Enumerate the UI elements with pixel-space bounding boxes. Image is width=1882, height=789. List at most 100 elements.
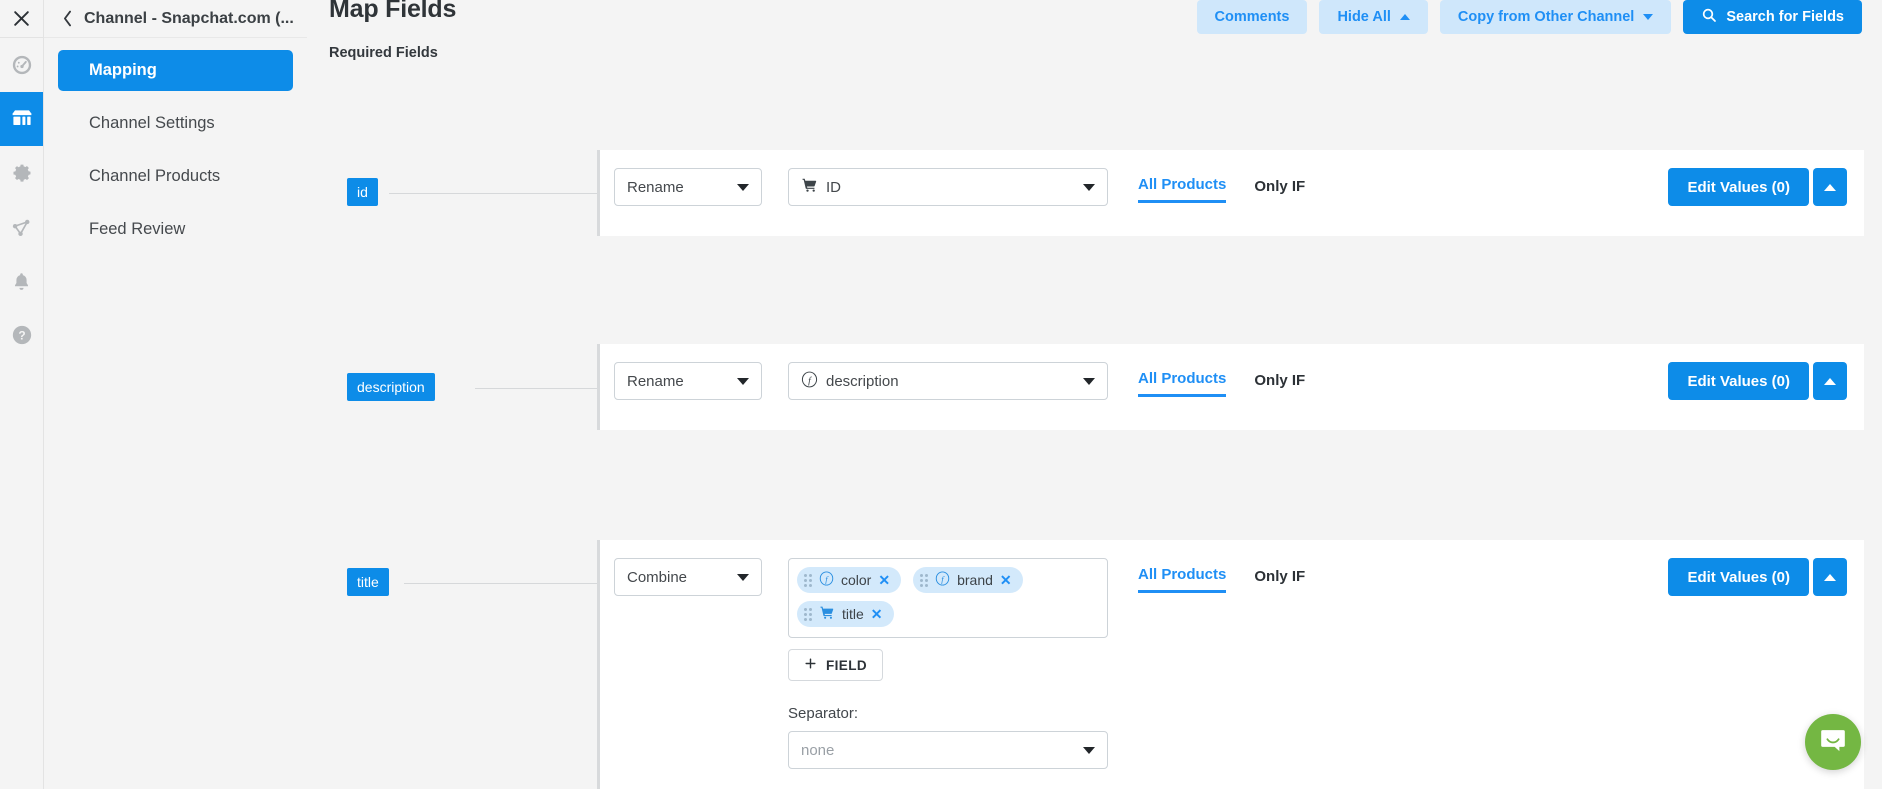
- sidebar-item-channel-settings[interactable]: Channel Settings: [58, 103, 293, 144]
- chat-bubble-icon: [1818, 725, 1848, 760]
- hide-all-label: Hide All: [1337, 9, 1390, 25]
- chip-label: brand: [957, 572, 993, 588]
- remove-chip-icon[interactable]: ✕: [878, 573, 890, 587]
- chevron-down-icon: [1083, 378, 1095, 385]
- mapping-card: Rename ID All Products Only IF Edit Valu…: [597, 150, 1864, 236]
- collapse-row-button[interactable]: [1813, 168, 1847, 206]
- row-actions: Edit Values (0): [1668, 168, 1847, 206]
- close-icon[interactable]: [0, 0, 43, 38]
- caret-up-icon: [1824, 574, 1836, 581]
- scope-tabs: All Products Only IF: [1138, 558, 1305, 593]
- rail-item-dashboard[interactable]: [0, 38, 43, 92]
- function-icon: f: [801, 371, 818, 392]
- field-badge: id: [347, 178, 378, 206]
- sidebar-item-label: Channel Products: [89, 167, 220, 186]
- action-select-rename[interactable]: Rename: [614, 168, 762, 206]
- separator-select[interactable]: none: [788, 731, 1108, 769]
- function-icon: f: [935, 571, 950, 589]
- drag-handle-icon[interactable]: [804, 574, 812, 587]
- scope-tabs: All Products Only IF: [1138, 362, 1305, 397]
- caret-up-icon: [1824, 184, 1836, 191]
- svg-text:f: f: [941, 574, 945, 584]
- scope-tabs: All Products Only IF: [1138, 168, 1305, 203]
- share-network-icon: [10, 216, 33, 239]
- source-field-select[interactable]: f description: [788, 362, 1108, 400]
- drag-handle-icon[interactable]: [804, 608, 812, 621]
- caret-up-icon: [1400, 14, 1410, 20]
- sidebar-nav: Mapping Channel Settings Channel Product…: [44, 38, 307, 250]
- collapse-row-button[interactable]: [1813, 362, 1847, 400]
- chevron-down-icon: [737, 378, 749, 385]
- copy-label: Copy from Other Channel: [1458, 9, 1634, 25]
- chevron-down-icon: [1643, 14, 1653, 20]
- action-select-value: Rename: [627, 179, 684, 196]
- chevron-down-icon: [1083, 184, 1095, 191]
- add-field-button[interactable]: FIELD: [788, 649, 883, 681]
- rail-item-store[interactable]: [0, 92, 43, 146]
- mapping-card: Rename f description All Products Only I…: [597, 344, 1864, 430]
- separator-label: Separator:: [788, 705, 1108, 722]
- search-label: Search for Fields: [1726, 9, 1844, 25]
- row-connector: [475, 388, 601, 389]
- sidebar-item-mapping[interactable]: Mapping: [58, 50, 293, 91]
- drag-handle-icon[interactable]: [920, 574, 928, 587]
- channel-title: Channel - Snapchat.com (...: [84, 10, 294, 28]
- action-select-rename[interactable]: Rename: [614, 362, 762, 400]
- copy-from-other-channel-button[interactable]: Copy from Other Channel: [1440, 0, 1671, 34]
- field-chip-color[interactable]: f color ✕: [797, 567, 901, 593]
- hide-all-button[interactable]: Hide All: [1319, 0, 1427, 34]
- chip-label: color: [841, 572, 871, 588]
- sidebar-item-channel-products[interactable]: Channel Products: [58, 156, 293, 197]
- combine-chips-box[interactable]: f color ✕ f brand ✕: [788, 558, 1108, 638]
- separator-value: none: [801, 742, 834, 759]
- rail-item-help[interactable]: ?: [0, 308, 43, 362]
- chip-label: title: [842, 606, 864, 622]
- plus-icon: [804, 657, 817, 673]
- caret-up-icon: [1824, 378, 1836, 385]
- store-icon: [10, 107, 34, 131]
- edit-values-button[interactable]: Edit Values (0): [1668, 362, 1809, 400]
- icon-rail: ?: [0, 0, 44, 789]
- action-select-value: Combine: [627, 569, 687, 586]
- dashboard-icon: [11, 54, 33, 76]
- sidebar: Channel - Snapchat.com (... Mapping Chan…: [44, 0, 307, 789]
- mapping-card: Combine f color ✕: [597, 540, 1864, 789]
- tab-all-products[interactable]: All Products: [1138, 370, 1226, 397]
- chevron-down-icon: [1083, 747, 1095, 754]
- sidebar-item-label: Mapping: [89, 61, 157, 80]
- source-field-select[interactable]: ID: [788, 168, 1108, 206]
- collapse-row-button[interactable]: [1813, 558, 1847, 596]
- remove-chip-icon[interactable]: ✕: [871, 607, 883, 621]
- tab-only-if[interactable]: Only IF: [1254, 372, 1305, 396]
- svg-text:?: ?: [18, 329, 25, 343]
- svg-text:f: f: [825, 574, 829, 584]
- field-chip-brand[interactable]: f brand ✕: [913, 567, 1023, 593]
- cart-icon: [819, 605, 835, 623]
- source-field-value: description: [826, 373, 899, 390]
- chevron-down-icon: [737, 184, 749, 191]
- chat-bubble-button[interactable]: [1805, 714, 1861, 770]
- row-actions: Edit Values (0): [1668, 558, 1847, 596]
- sidebar-item-label: Feed Review: [89, 220, 185, 239]
- edit-values-button[interactable]: Edit Values (0): [1668, 558, 1809, 596]
- search-for-fields-button[interactable]: Search for Fields: [1683, 0, 1862, 34]
- rail-item-notifications[interactable]: [0, 254, 43, 308]
- edit-values-button[interactable]: Edit Values (0): [1668, 168, 1809, 206]
- page-title: Map Fields: [329, 0, 456, 24]
- sidebar-header: Channel - Snapchat.com (...: [44, 0, 307, 38]
- rail-item-settings[interactable]: [0, 146, 43, 200]
- tab-only-if[interactable]: Only IF: [1254, 178, 1305, 202]
- field-chip-title[interactable]: title ✕: [797, 601, 894, 627]
- row-connector: [389, 193, 601, 194]
- comments-button[interactable]: Comments: [1197, 0, 1308, 34]
- combine-fields-column: f color ✕ f brand ✕: [788, 558, 1108, 769]
- tab-all-products[interactable]: All Products: [1138, 566, 1226, 593]
- tab-all-products[interactable]: All Products: [1138, 176, 1226, 203]
- sidebar-item-feed-review[interactable]: Feed Review: [58, 209, 293, 250]
- rail-item-share[interactable]: [0, 200, 43, 254]
- remove-chip-icon[interactable]: ✕: [1000, 573, 1012, 587]
- field-badge: title: [347, 568, 389, 596]
- chevron-left-icon[interactable]: [54, 9, 80, 28]
- tab-only-if[interactable]: Only IF: [1254, 568, 1305, 592]
- action-select-combine[interactable]: Combine: [614, 558, 762, 596]
